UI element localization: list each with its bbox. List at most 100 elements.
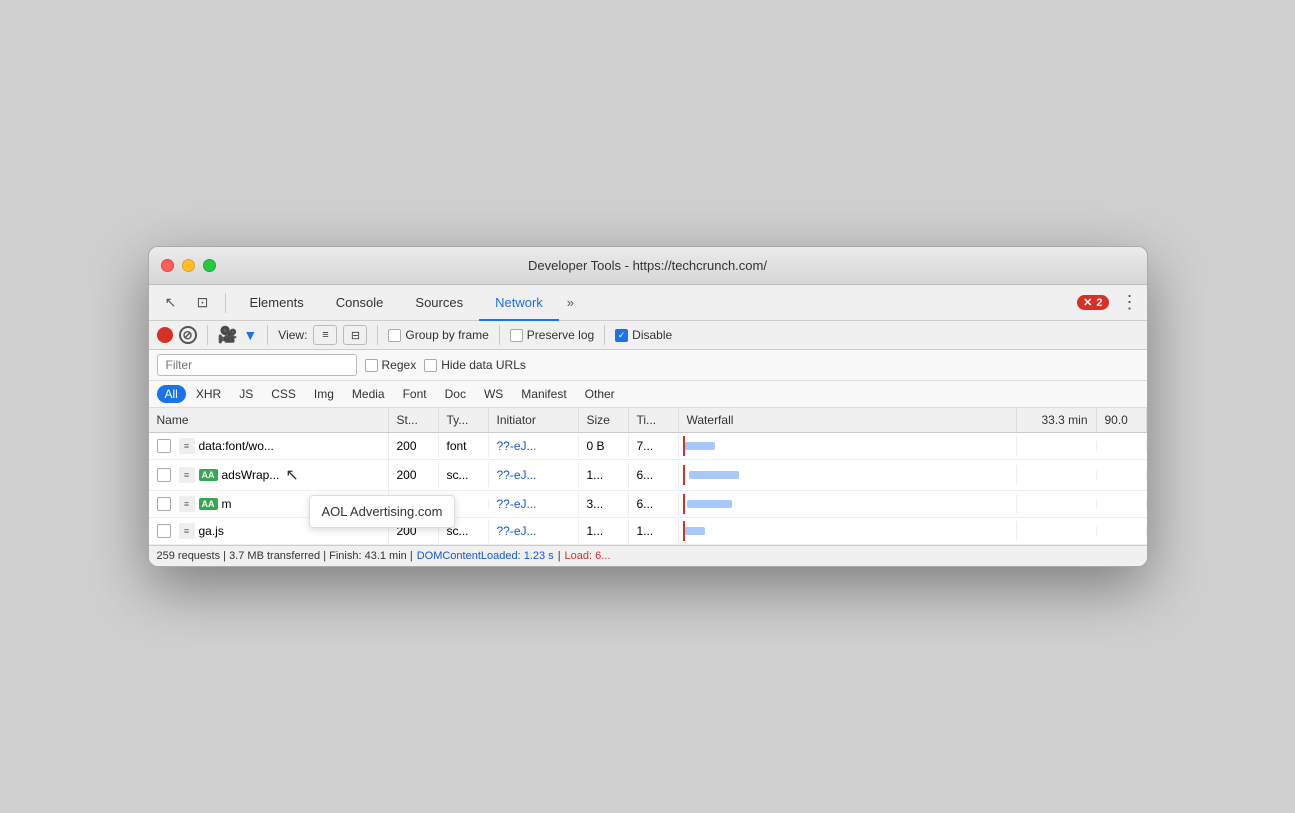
- th-size[interactable]: Size: [579, 408, 629, 432]
- row-checkbox[interactable]: [157, 497, 171, 511]
- type-filter-css[interactable]: CSS: [263, 385, 304, 403]
- disable-cache-checkbox[interactable]: Disable: [615, 328, 672, 342]
- titlebar: Developer Tools - https://techcrunch.com…: [149, 247, 1147, 285]
- file-icon: ≡: [179, 496, 195, 512]
- td-initiator: ??-eJ...: [489, 463, 579, 487]
- maximize-button[interactable]: [203, 259, 216, 272]
- th-time[interactable]: Ti...: [629, 408, 679, 432]
- type-filter-doc[interactable]: Doc: [437, 385, 474, 403]
- td-initiator: ??-eJ...: [489, 492, 579, 516]
- toolbar-separator: [225, 293, 226, 313]
- disable-cache-check: [615, 329, 628, 342]
- nt-separator-3: [377, 325, 378, 345]
- error-badge-icon: ✕: [1083, 296, 1092, 309]
- type-filter-xhr[interactable]: XHR: [188, 385, 229, 403]
- td-waterfall: [679, 521, 1017, 541]
- close-button[interactable]: [161, 259, 174, 272]
- dom-content-loaded-text: DOMContentLoaded: 1.23 s: [417, 550, 554, 562]
- td-status: 200: [389, 463, 439, 487]
- type-filter-manifest[interactable]: Manifest: [513, 385, 574, 403]
- file-icon: ≡: [179, 523, 195, 539]
- tab-network[interactable]: Network: [479, 285, 559, 321]
- type-filter-bar: All XHR JS CSS Img Media Font Doc WS Man…: [149, 381, 1147, 408]
- th-90: 90.0: [1097, 408, 1147, 432]
- type-filter-media[interactable]: Media: [344, 385, 393, 403]
- status-bar: 259 requests | 3.7 MB transferred | Fini…: [149, 545, 1147, 566]
- preserve-log-checkbox[interactable]: Preserve log: [510, 328, 594, 342]
- td-wf-time: [1017, 441, 1097, 451]
- error-badge[interactable]: ✕ 2: [1077, 295, 1108, 310]
- record-button[interactable]: [157, 327, 173, 343]
- row-checkbox[interactable]: [157, 468, 171, 482]
- nt-separator-1: [207, 325, 208, 345]
- mouse-cursor-icon: ↖: [285, 465, 298, 485]
- error-badge-count: 2: [1096, 297, 1102, 309]
- td-size: 1...: [579, 519, 629, 543]
- td-time: 1...: [629, 519, 679, 543]
- group-by-frame-check: [388, 329, 401, 342]
- filter-input[interactable]: [157, 354, 357, 376]
- status-separator: |: [558, 550, 561, 562]
- td-wf-time: [1017, 526, 1097, 536]
- type-filter-all[interactable]: All: [157, 385, 186, 403]
- file-icon: ≡: [179, 438, 195, 454]
- tab-sources[interactable]: Sources: [399, 285, 479, 321]
- cursor-tool-icon[interactable]: ↖: [157, 289, 185, 317]
- td-size: 3...: [579, 492, 629, 516]
- td-90: [1097, 441, 1147, 451]
- hide-data-urls-checkbox[interactable]: Hide data URLs: [424, 358, 526, 372]
- status-text: 259 requests | 3.7 MB transferred | Fini…: [157, 550, 413, 562]
- th-type[interactable]: Ty...: [439, 408, 489, 432]
- td-status: 200: [389, 434, 439, 458]
- minimize-button[interactable]: [182, 259, 195, 272]
- type-filter-img[interactable]: Img: [306, 385, 342, 403]
- row-checkbox[interactable]: [157, 439, 171, 453]
- nt-separator-2: [267, 325, 268, 345]
- regex-check: [365, 359, 378, 372]
- file-icon: ≡: [179, 467, 195, 483]
- screenshot-button[interactable]: 🎥: [218, 325, 238, 345]
- network-toolbar: ⊘ 🎥 ▼ View: ≡ ⊟ Group by frame Preserve …: [149, 321, 1147, 350]
- td-90: [1097, 526, 1147, 536]
- preserve-log-check: [510, 329, 523, 342]
- type-filter-font[interactable]: Font: [395, 385, 435, 403]
- table-row[interactable]: ≡ AA adsWrap... ↖ 200 sc... ??-eJ... 1..…: [149, 460, 1147, 491]
- row-checkbox[interactable]: [157, 524, 171, 538]
- aa-badge: AA: [199, 498, 218, 510]
- regex-checkbox[interactable]: Regex: [365, 358, 417, 372]
- table-row[interactable]: ≡ data:font/wo... 200 font ??-eJ... 0 B …: [149, 433, 1147, 460]
- group-by-frame-checkbox[interactable]: Group by frame: [388, 328, 488, 342]
- tab-elements[interactable]: Elements: [234, 285, 320, 321]
- td-type: font: [439, 434, 489, 458]
- td-initiator: ??-eJ...: [489, 434, 579, 458]
- tab-console[interactable]: Console: [320, 285, 400, 321]
- td-size: 1...: [579, 463, 629, 487]
- filter-button[interactable]: ▼: [243, 327, 257, 343]
- th-waterfall[interactable]: Waterfall: [679, 408, 1017, 432]
- clear-button[interactable]: ⊘: [179, 326, 197, 344]
- td-time: 7...: [629, 434, 679, 458]
- type-filter-ws[interactable]: WS: [476, 385, 511, 403]
- th-waterfall-time: 33.3 min: [1017, 408, 1097, 432]
- type-filter-js[interactable]: JS: [231, 385, 261, 403]
- device-toolbar-icon[interactable]: ⊡: [189, 289, 217, 317]
- tab-more-button[interactable]: »: [559, 285, 582, 321]
- td-initiator: ??-eJ...: [489, 519, 579, 543]
- td-name: ≡ AA m AOL Advertising.com: [149, 491, 389, 517]
- tab-list: Elements Console Sources Network »: [234, 285, 1074, 321]
- devtools-menu-button[interactable]: ⋮: [1121, 292, 1139, 313]
- devtools-window: Developer Tools - https://techcrunch.com…: [148, 246, 1148, 567]
- list-view-button[interactable]: ≡: [313, 325, 337, 345]
- th-initiator[interactable]: Initiator: [489, 408, 579, 432]
- th-status[interactable]: St...: [389, 408, 439, 432]
- waterfall-view-button[interactable]: ⊟: [343, 325, 367, 345]
- td-time: 6...: [629, 463, 679, 487]
- table-header: Name St... Ty... Initiator Size Ti... Wa…: [149, 408, 1147, 433]
- td-wf-time: [1017, 499, 1097, 509]
- th-name[interactable]: Name: [149, 408, 389, 432]
- view-label: View:: [278, 328, 307, 342]
- window-title: Developer Tools - https://techcrunch.com…: [528, 258, 767, 273]
- type-filter-other[interactable]: Other: [577, 385, 623, 403]
- table-row[interactable]: ≡ ga.js 200 sc... ??-eJ... 1... 1...: [149, 518, 1147, 545]
- table-row[interactable]: ≡ AA m AOL Advertising.com ??-eJ... 3...…: [149, 491, 1147, 518]
